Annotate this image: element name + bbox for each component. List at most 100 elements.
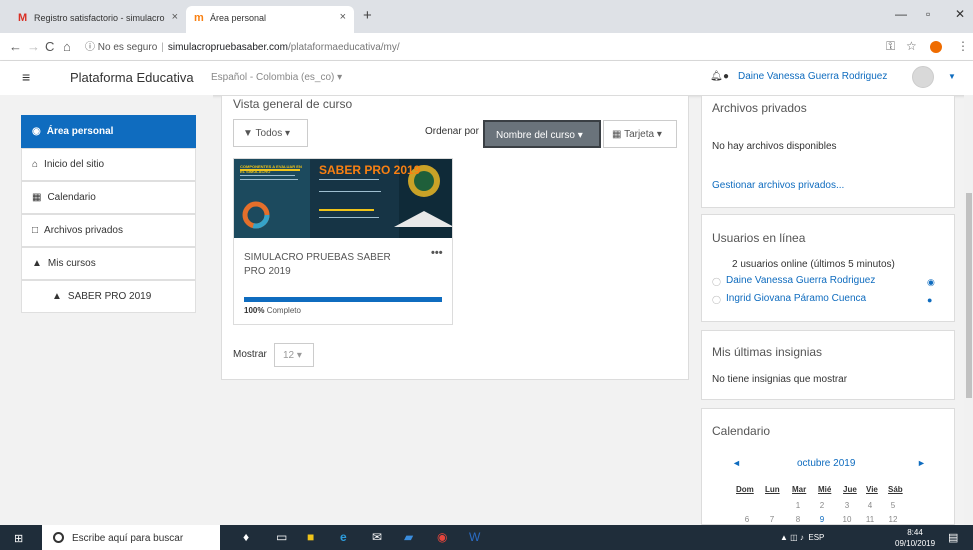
new-tab-button[interactable]: + [363, 7, 372, 24]
system-tray[interactable]: ▲ ◫ ♪ ESP [780, 533, 824, 542]
weekday-label: Mié [818, 485, 832, 494]
windows-taskbar: ⊞ Escribe aquí para buscar ♦ ▭ ■ e ✉ ▰ ◉… [0, 525, 973, 550]
drawer-item-calendario[interactable]: ▦ Calendario [21, 181, 196, 214]
minimize-icon[interactable]: — [895, 7, 907, 21]
language-indicator[interactable]: ESP [808, 533, 824, 542]
restore-icon[interactable]: ▫ [926, 7, 930, 21]
mic-icon[interactable]: ♦ [243, 530, 249, 544]
calendar-day[interactable]: 8 [791, 515, 805, 524]
manage-files-link[interactable]: Gestionar archivos privados... [712, 180, 844, 191]
star-icon[interactable]: ☆ [906, 39, 917, 53]
chevron-down-icon[interactable]: ▼ [948, 72, 956, 81]
filter-label: Todos ▾ [255, 128, 290, 139]
weekday-label: Dom [736, 485, 754, 494]
language-menu[interactable]: Español - Colombia (es_co) ▾ [211, 72, 342, 83]
bell-icon[interactable]: 🔔︎ [710, 71, 723, 82]
drawer-item-course[interactable]: ▲ SABER PRO 2019 [21, 280, 196, 313]
nav-drawer: ◉ Área personal ⌂ Inicio del sitio ▦ Calend… [0, 95, 213, 525]
show-label: Mostrar [233, 349, 267, 360]
online-user[interactable]: Daine Vanessa Guerra Rodriguez [726, 275, 875, 286]
file-icon: □ [32, 225, 39, 236]
close-window-icon[interactable]: ✕ [955, 7, 965, 21]
filter-dropdown[interactable]: ▼ Todos ▾ [233, 119, 308, 147]
drawer-item-label: Archivos privados [44, 225, 123, 236]
calendar-icon: ▦ [32, 192, 42, 203]
calendar-day[interactable]: 1 [791, 501, 805, 510]
address-bar[interactable]: ⓘ No es seguro | simulacropruebasaber.com/… [85, 38, 400, 53]
message-icon[interactable]: ● [927, 295, 932, 305]
block-title: Archivos privados [712, 101, 807, 115]
next-month-icon[interactable]: ► [917, 458, 926, 468]
paging-dropdown[interactable]: 12 ▾ [274, 343, 314, 367]
online-user[interactable]: Ingrid Giovana Páramo Cuenca [726, 293, 866, 304]
prev-month-icon[interactable]: ◄ [732, 458, 741, 468]
hamburger-icon[interactable]: ≡ [22, 69, 30, 85]
block-text: No tiene insignias que mostrar [712, 374, 848, 385]
moodle-icon: m [194, 12, 204, 24]
explorer-icon[interactable]: ▰ [404, 530, 413, 544]
course-image-heading: COMPONENTES A EVALUAR EN EL SIMULACRO [240, 164, 302, 174]
calendar-day[interactable]: 5 [886, 501, 900, 510]
forward-icon[interactable]: → [27, 39, 40, 54]
scrollbar-thumb[interactable] [966, 193, 972, 398]
reload-icon[interactable]: C [45, 39, 54, 54]
home-icon: ⌂ [32, 159, 39, 170]
url-domain: simulacropruebasaber.com [167, 42, 288, 53]
close-icon[interactable]: × [340, 11, 346, 23]
store-icon[interactable]: ■ [307, 530, 314, 544]
block-calendar: Calendario ◄ octubre 2019 ► Dom Lun Mar … [701, 408, 955, 525]
task-view-icon[interactable]: ▭ [276, 530, 287, 544]
tab-title: Área personal [210, 13, 267, 23]
course-title[interactable]: SIMULACRO PRUEBAS SABER PRO 2019 [244, 251, 414, 279]
user-icon: ◯ [712, 295, 721, 304]
menu-icon[interactable]: ⋮ [957, 39, 969, 53]
calendar-day[interactable]: 4 [863, 501, 877, 510]
taskbar-search[interactable]: Escribe aquí para buscar [42, 525, 220, 550]
mail-icon[interactable]: ✉ [372, 530, 382, 544]
chrome-icon[interactable]: ◉ [437, 530, 447, 544]
filter-icon: ▼ [243, 128, 253, 139]
site-navbar: ≡ Plataforma Educativa Español - Colombi… [0, 61, 973, 95]
edge-icon[interactable]: e [340, 530, 347, 544]
extension-icon[interactable] [930, 41, 942, 53]
user-menu[interactable]: Daine Vanessa Guerra Rodriguez [738, 71, 887, 82]
calendar-day[interactable]: 3 [840, 501, 854, 510]
weekday-label: Lun [765, 485, 780, 494]
tab-area-personal[interactable]: m Área personal × [186, 6, 354, 33]
tab-gmail[interactable]: M Registro satisfactorio - simulacro × [10, 6, 186, 33]
word-icon[interactable]: W [469, 530, 480, 544]
calendar-day[interactable]: 7 [765, 515, 779, 524]
home-icon[interactable]: ⌂ [63, 39, 71, 54]
section-title: Vista general de curso [233, 97, 353, 111]
more-icon[interactable]: ••• [431, 247, 443, 259]
progress-bar [244, 297, 442, 302]
course-image-text: SABER PRO 2019 [319, 163, 421, 177]
user-icon: ◯ [712, 277, 721, 286]
notification-icon[interactable]: ▤ [948, 531, 958, 544]
calendar-day[interactable]: 12 [886, 515, 900, 524]
calendar-month[interactable]: octubre 2019 [797, 458, 855, 469]
calendar-day[interactable]: 2 [815, 501, 829, 510]
calendar-day-today[interactable]: 9 [815, 515, 829, 524]
back-icon[interactable]: ← [9, 39, 22, 54]
drawer-item-mis-cursos[interactable]: ▲ Mis cursos [21, 247, 196, 280]
drawer-item-area-personal[interactable]: ◉ Área personal [21, 115, 196, 148]
drawer-item-inicio[interactable]: ⌂ Inicio del sitio [21, 148, 196, 181]
eye-icon[interactable]: ◉ [927, 277, 935, 288]
drawer-item-archivos[interactable]: □ Archivos privados [21, 214, 196, 247]
course-image[interactable]: COMPONENTES A EVALUAR EN EL SIMULACRO SA… [234, 159, 452, 238]
calendar-day[interactable]: 11 [863, 515, 877, 524]
paging-value: 12 ▾ [283, 350, 302, 361]
chat-icon[interactable]: ● [723, 71, 729, 82]
sort-dropdown[interactable]: Nombre del curso ▾ [483, 120, 601, 148]
clock[interactable]: 8:44 09/10/2019 [895, 527, 935, 549]
site-brand[interactable]: Plataforma Educativa [70, 70, 194, 85]
calendar-day[interactable]: 6 [740, 515, 754, 524]
avatar[interactable] [912, 66, 934, 88]
view-dropdown[interactable]: ▦ Tarjeta ▾ [603, 120, 677, 148]
course-card[interactable]: COMPONENTES A EVALUAR EN EL SIMULACRO SA… [233, 158, 453, 325]
calendar-day[interactable]: 10 [840, 515, 854, 524]
close-icon[interactable]: × [172, 11, 178, 23]
key-icon[interactable]: ⚿ [886, 39, 895, 54]
windows-start-icon[interactable]: ⊞ [14, 532, 23, 545]
